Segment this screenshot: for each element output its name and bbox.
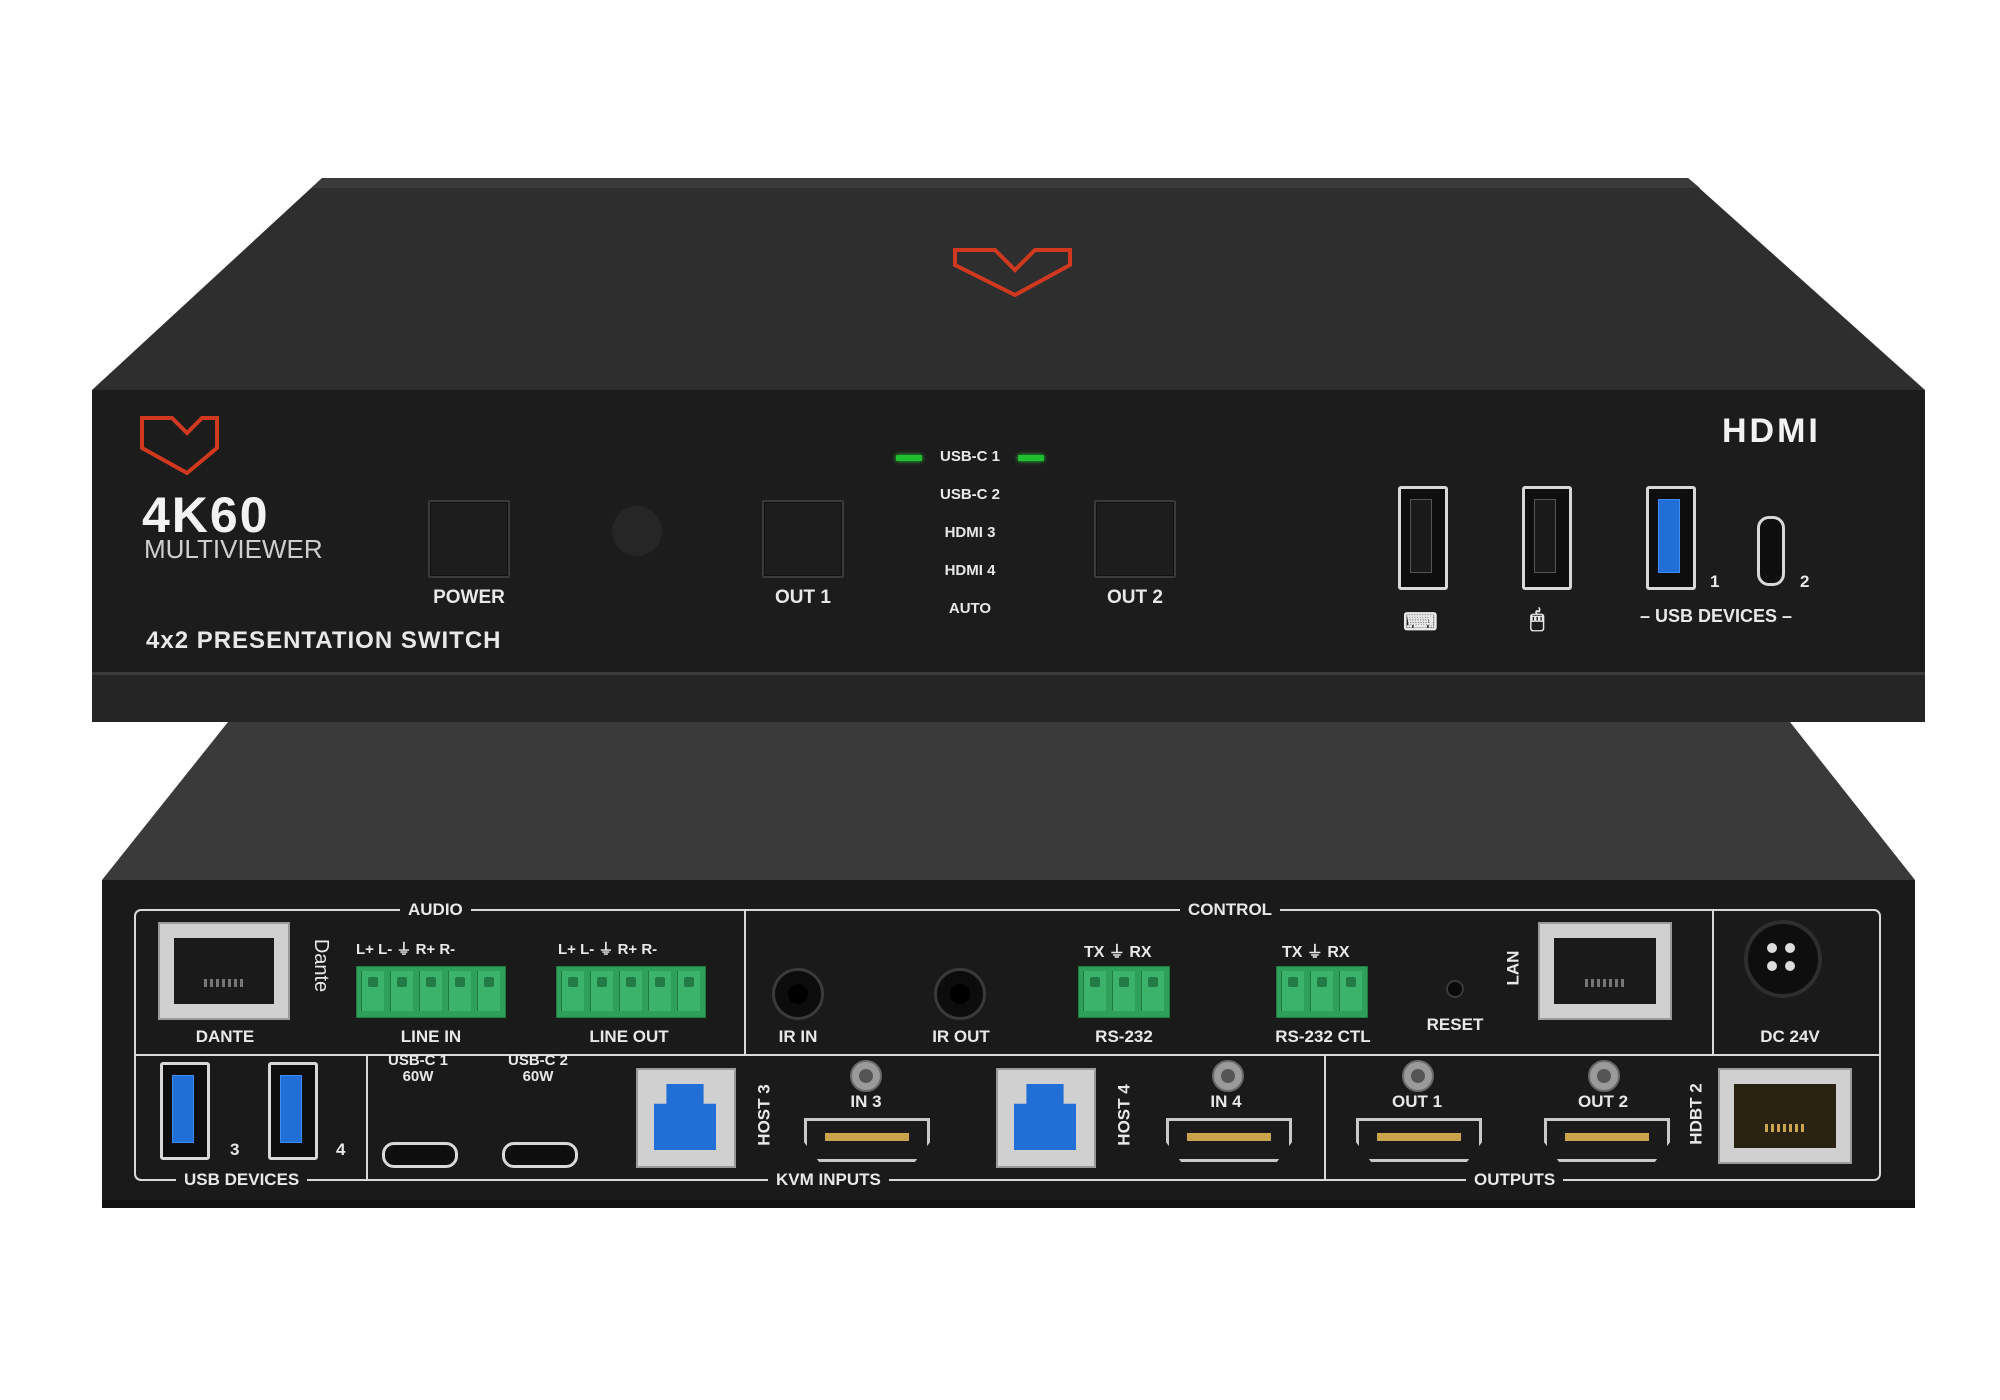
power-label: POWER bbox=[433, 587, 505, 608]
usb-port-3-number: 3 bbox=[230, 1140, 240, 1159]
out2-button[interactable] bbox=[1094, 500, 1176, 578]
front-unit-top-lid bbox=[92, 178, 1925, 390]
line-out-pin-labels: L+ L- ⏚ R+ R- bbox=[558, 941, 658, 958]
lan-port[interactable] bbox=[1538, 922, 1672, 1020]
usbc1-wattage: 60W bbox=[402, 1068, 434, 1085]
dante-port[interactable] bbox=[158, 922, 290, 1020]
rs232-ctl-terminal[interactable] bbox=[1276, 966, 1368, 1018]
out2-rear-label: OUT 2 bbox=[1577, 1092, 1629, 1111]
ir-in-jack[interactable] bbox=[772, 968, 824, 1020]
keyboard-icon: ⌨ bbox=[1403, 609, 1438, 636]
usb-port-2-number: 2 bbox=[1800, 572, 1810, 591]
rs232-label: RS-232 bbox=[1095, 1027, 1153, 1046]
rs232-terminal[interactable] bbox=[1078, 966, 1170, 1018]
usb-c-device-port-2[interactable] bbox=[1757, 516, 1785, 586]
hdbt2-port[interactable] bbox=[1718, 1068, 1852, 1164]
dante-label: DANTE bbox=[195, 1027, 255, 1046]
out1-button[interactable] bbox=[762, 500, 844, 578]
line-in-terminal[interactable] bbox=[356, 966, 506, 1018]
led-row-hdmi4: HDMI 4 bbox=[880, 560, 1060, 586]
led-row-auto: AUTO bbox=[880, 598, 1060, 624]
usb-c-host-port-1[interactable] bbox=[382, 1142, 458, 1168]
power-button[interactable] bbox=[428, 500, 510, 578]
usb-b-host-4-port[interactable] bbox=[996, 1068, 1096, 1168]
control-section-label: CONTROL bbox=[1180, 900, 1281, 920]
usbc2-wattage: 60W bbox=[522, 1068, 554, 1085]
hdmi-out-1-port[interactable] bbox=[1356, 1118, 1482, 1162]
front-unit-base bbox=[92, 672, 1925, 722]
out2-antenna-screw-icon bbox=[1588, 1060, 1620, 1092]
rs232-ctl-label: RS-232 CTL bbox=[1275, 1027, 1371, 1046]
hdmi-in-4-port[interactable] bbox=[1166, 1118, 1292, 1162]
usbc2-label: USB-C 2 bbox=[507, 1052, 568, 1069]
in4-antenna-screw-icon bbox=[1212, 1060, 1244, 1092]
reset-button[interactable] bbox=[1446, 980, 1464, 998]
line-in-pin-labels: L+ L- ⏚ R+ R- bbox=[356, 941, 456, 958]
usb-devices-text: USB DEVICES bbox=[1654, 606, 1778, 626]
line-out-label: LINE OUT bbox=[589, 1027, 669, 1046]
host3-label: HOST 3 bbox=[754, 1084, 774, 1146]
hdmi-logo: HDMI bbox=[1722, 412, 1821, 450]
out2-label: OUT 2 bbox=[1107, 587, 1163, 608]
usb-a-keyboard-port[interactable] bbox=[1398, 486, 1448, 590]
led-right-icon bbox=[1018, 569, 1044, 575]
usb-port-4-number: 4 bbox=[336, 1140, 346, 1159]
ir-in-label: IR IN bbox=[778, 1027, 818, 1046]
rs232-ctl-pin-labels: TX ⏚ RX bbox=[1282, 944, 1350, 961]
usb-a-mouse-port[interactable] bbox=[1522, 486, 1572, 590]
dante-brand-label: Dante bbox=[310, 938, 333, 993]
dc-label: DC 24V bbox=[1760, 1027, 1820, 1046]
out1-antenna-screw-icon bbox=[1402, 1060, 1434, 1092]
led-row-hdmi3: HDMI 3 bbox=[880, 522, 1060, 548]
audio-section-label: AUDIO bbox=[400, 900, 471, 920]
ir-out-label: IR OUT bbox=[932, 1027, 990, 1046]
usb-a-device-port-4[interactable] bbox=[268, 1062, 318, 1160]
in3-antenna-screw-icon bbox=[850, 1060, 882, 1092]
reset-label: RESET bbox=[1426, 1015, 1484, 1034]
outputs-label: OUTPUTS bbox=[1466, 1170, 1564, 1190]
kvm-inputs-label: KVM INPUTS bbox=[768, 1170, 889, 1190]
host4-label: HOST 4 bbox=[1114, 1084, 1134, 1146]
ir-out-jack[interactable] bbox=[934, 968, 986, 1020]
led-right-icon bbox=[1018, 531, 1044, 537]
usb-b-host-3-port[interactable] bbox=[636, 1068, 736, 1168]
mouse-icon: 🖱 bbox=[1530, 606, 1545, 633]
ir-sensor bbox=[612, 506, 662, 556]
model-subtitle: MULTIVIEWER bbox=[144, 534, 323, 564]
product-name: 4x2 PRESENTATION SWITCH bbox=[146, 627, 502, 654]
rs232-pin-labels: TX ⏚ RX bbox=[1084, 944, 1152, 961]
in3-label: IN 3 bbox=[850, 1092, 882, 1111]
line-in-label: LINE IN bbox=[400, 1027, 462, 1046]
led-row-usbc2: USB-C 2 bbox=[880, 484, 1060, 510]
device-illustration bbox=[92, 178, 1925, 1208]
led-right-icon bbox=[1018, 607, 1044, 613]
hdmi-out-2-port[interactable] bbox=[1544, 1118, 1670, 1162]
usb-c-host-port-2[interactable] bbox=[502, 1142, 578, 1168]
led-row-usbc1: USB-C 1 bbox=[880, 446, 1060, 472]
in4-label: IN 4 bbox=[1210, 1092, 1242, 1111]
usbc1-label: USB-C 1 bbox=[387, 1052, 448, 1069]
hdmi-in-3-port[interactable] bbox=[804, 1118, 930, 1162]
usb-devices-label: – USB DEVICES – bbox=[1639, 606, 1793, 626]
lan-label: LAN bbox=[1503, 950, 1523, 986]
usb-a-device-port-3[interactable] bbox=[160, 1062, 210, 1160]
rear-usb-devices-label: USB DEVICES bbox=[176, 1170, 308, 1190]
led-right-icon bbox=[1018, 493, 1044, 499]
usb-a-device-port-1[interactable] bbox=[1646, 486, 1696, 590]
dc-power-connector[interactable] bbox=[1744, 920, 1822, 998]
out1-label: OUT 1 bbox=[775, 587, 831, 608]
out1-rear-label: OUT 1 bbox=[1391, 1092, 1443, 1111]
rear-unit-top-lid bbox=[102, 722, 1915, 880]
usb-port-1-number: 1 bbox=[1710, 572, 1720, 591]
hdbt2-label: HDBT 2 bbox=[1686, 1083, 1706, 1145]
led-right-icon bbox=[1018, 455, 1044, 461]
line-out-terminal[interactable] bbox=[556, 966, 706, 1018]
